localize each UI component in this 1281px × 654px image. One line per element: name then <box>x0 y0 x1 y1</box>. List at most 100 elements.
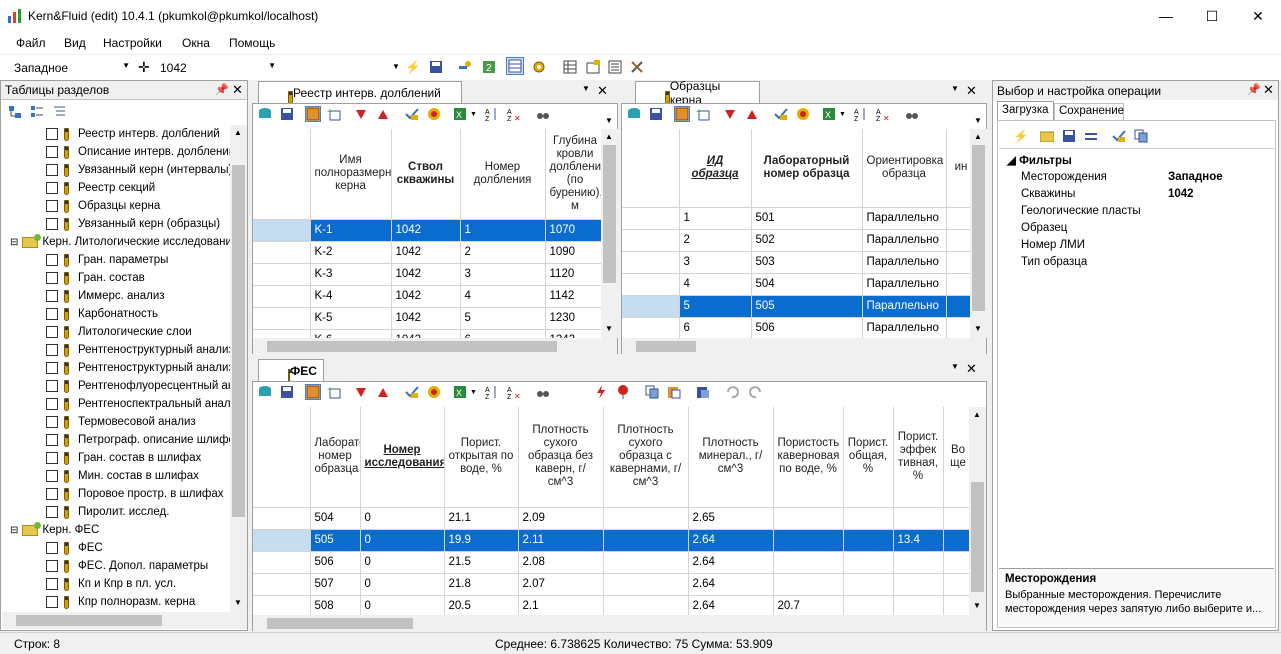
fes-grid[interactable]: Лабораторный номер образцаНомер исследов… <box>253 407 969 615</box>
table-cell[interactable]: Параллельно <box>862 229 947 252</box>
checkbox[interactable] <box>46 128 58 140</box>
table-cell[interactable]: Параллельно <box>862 317 947 338</box>
checkbox[interactable] <box>46 146 58 158</box>
table-cell[interactable]: 1090 <box>545 241 601 264</box>
undo-icon[interactable] <box>724 384 740 400</box>
well-combo[interactable]: 1042 ▼ <box>160 58 278 78</box>
table-row[interactable]: 508 0 20.5 2.1 2.64 20.7 <box>253 595 969 615</box>
field-combo[interactable]: Западное ▼ <box>14 58 132 78</box>
close-button[interactable]: ✕ <box>1235 0 1281 32</box>
scroll-up-icon[interactable]: ▲ <box>234 128 242 137</box>
collapse-node-icon[interactable]: ⊟ <box>10 237 18 248</box>
table-cell[interactable]: K-5 <box>310 307 392 330</box>
move-down-icon[interactable] <box>722 106 738 122</box>
checkbox[interactable] <box>46 452 58 464</box>
copy-icon[interactable] <box>644 384 660 400</box>
table-cell[interactable]: 0 <box>360 595 445 615</box>
checkbox[interactable] <box>46 254 58 266</box>
table-cell[interactable]: 505 <box>751 295 863 318</box>
table-cell[interactable]: 2.1 <box>518 595 604 615</box>
chevron-down-icon[interactable]: ▼ <box>392 62 400 71</box>
table-cell[interactable]: 505 <box>310 529 361 552</box>
intervals-hscrollbar[interactable] <box>253 338 617 355</box>
tree-item[interactable]: Поровое простр. в шлифах <box>46 485 224 503</box>
row-indicator[interactable] <box>253 285 311 308</box>
table-cell[interactable]: Параллельно <box>862 273 947 296</box>
table-row[interactable]: 504 0 21.1 2.09 2.65 <box>253 507 969 530</box>
table-cell[interactable]: 3 <box>679 251 752 274</box>
chevron-down-icon[interactable]: ▼ <box>951 84 959 93</box>
chevron-down-icon[interactable]: ▼ <box>470 389 477 396</box>
menu-view[interactable]: Вид <box>64 36 86 50</box>
table-cell[interactable]: 2 <box>679 229 752 252</box>
tree-item[interactable]: ФЕС. Допол. параметры <box>46 557 208 575</box>
table-cell[interactable]: 21.1 <box>444 507 519 530</box>
book-icon[interactable] <box>305 106 321 122</box>
check-icon[interactable] <box>404 106 420 122</box>
copy-settings-icon[interactable] <box>1132 127 1150 145</box>
tree-item[interactable]: Рентгенофлуоресцентный ана <box>46 377 230 395</box>
table-cell[interactable] <box>773 529 844 552</box>
table-row[interactable]: K-3 1042 3 1120 <box>253 263 601 286</box>
table-cell[interactable]: 1 <box>460 219 546 242</box>
table-cell[interactable]: 4 <box>679 273 752 296</box>
table-cell[interactable] <box>946 295 970 318</box>
key-icon[interactable] <box>456 58 474 76</box>
table-cell[interactable]: 1042 <box>391 329 461 338</box>
tree-item[interactable]: Гран. состав <box>46 269 145 287</box>
scroll-down-icon[interactable]: ▼ <box>974 324 982 333</box>
table-cell[interactable]: 506 <box>310 551 361 574</box>
db-icon[interactable] <box>257 106 273 122</box>
column-header[interactable]: Порист. эффек тивная, % <box>893 407 944 508</box>
table-cell[interactable]: 3 <box>460 263 546 286</box>
column-header[interactable]: Во ще <box>943 407 969 508</box>
move-up-icon[interactable] <box>375 106 391 122</box>
table-cell[interactable]: Параллельно <box>862 295 947 318</box>
table-cell[interactable]: 13.4 <box>893 529 944 552</box>
excel-icon[interactable]: X <box>452 384 468 400</box>
row-indicator[interactable] <box>622 207 680 230</box>
table-cell[interactable]: 1070 <box>545 219 601 242</box>
db-icon[interactable] <box>626 106 642 122</box>
samples-hscroll-thumb[interactable] <box>636 341 696 352</box>
uncheck-icon[interactable] <box>426 106 442 122</box>
table-cell[interactable]: Параллельно <box>862 251 947 274</box>
scroll-down-icon[interactable]: ▼ <box>973 601 981 610</box>
minimize-button[interactable]: — <box>1143 0 1189 32</box>
scroll-down-icon[interactable]: ▼ <box>234 598 242 607</box>
pin-red-icon[interactable] <box>615 384 631 400</box>
tree-filter-icon[interactable] <box>6 103 24 121</box>
redo-icon[interactable] <box>748 384 764 400</box>
column-header[interactable]: Порист. общая, % <box>843 407 894 508</box>
table-cell[interactable] <box>843 529 894 552</box>
column-header[interactable]: Номер долбления <box>460 129 546 220</box>
scroll-down-icon[interactable]: ▼ <box>605 324 613 333</box>
table-cell[interactable] <box>843 595 894 615</box>
table-cell[interactable]: K-3 <box>310 263 392 286</box>
row-indicator[interactable] <box>622 295 680 318</box>
property-name[interactable]: Образец <box>1021 222 1067 234</box>
samples-vscrollbar[interactable]: ▲ ▼ <box>970 129 987 338</box>
row-indicator[interactable] <box>253 263 311 286</box>
close-icon[interactable]: ✕ <box>966 361 977 377</box>
tree-item[interactable]: Реестр интерв. долблений <box>46 125 220 143</box>
tree-item[interactable]: Увязанный керн (интервалы) <box>46 161 230 179</box>
table-cell[interactable] <box>943 529 969 552</box>
book-icon[interactable] <box>674 106 690 122</box>
column-header[interactable]: Порист. открытая по воде, % <box>444 407 519 508</box>
samples-grid[interactable]: ИД образца Лабораторный номер образца Орие… <box>622 129 970 338</box>
table-cell[interactable]: 6 <box>679 317 752 338</box>
tree-item[interactable]: Описание интерв. долблений <box>46 143 230 161</box>
fes-vscrollbar[interactable]: ▲ ▼ <box>969 407 986 615</box>
table-cell[interactable] <box>946 207 970 230</box>
table-cell[interactable] <box>773 507 844 530</box>
group-filters[interactable]: ◢ Фильтры <box>1007 153 1072 167</box>
table-cell[interactable]: 1242 <box>545 329 601 338</box>
checkbox[interactable] <box>46 596 58 608</box>
row-indicator[interactable] <box>253 307 311 330</box>
column-header[interactable]: Ствол скважины <box>391 129 461 220</box>
table-cell[interactable]: 0 <box>360 551 445 574</box>
find-icon[interactable] <box>535 384 551 400</box>
excel-icon[interactable]: X <box>821 106 837 122</box>
table-cell[interactable]: 2.07 <box>518 573 604 596</box>
